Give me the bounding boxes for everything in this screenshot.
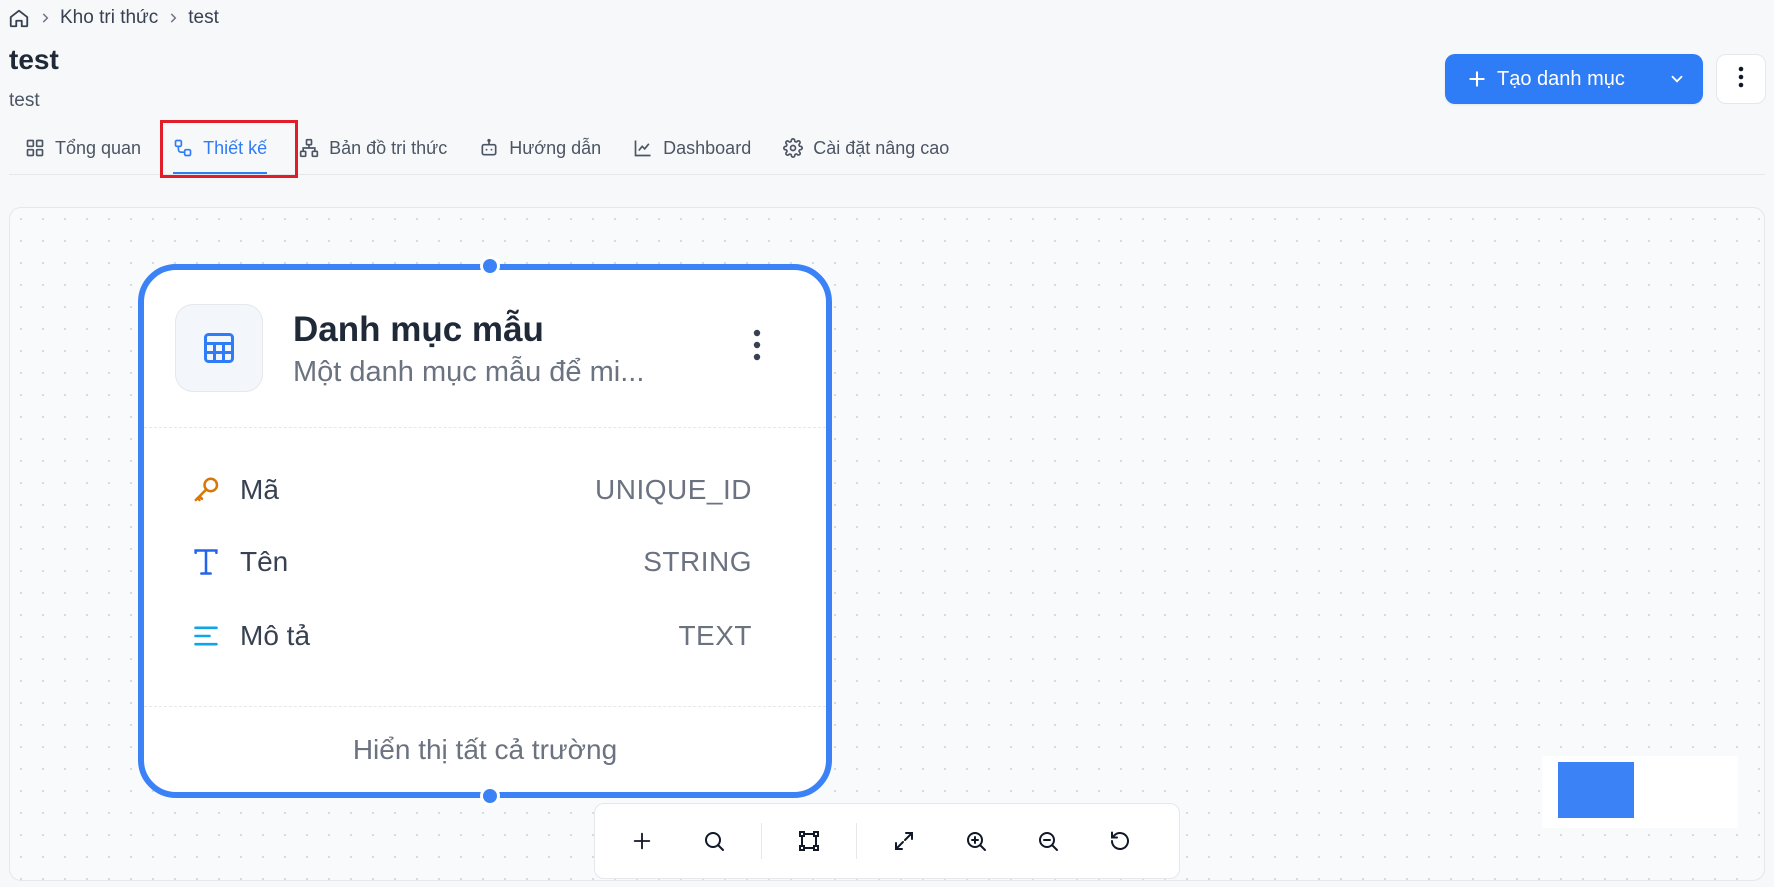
show-all-fields-button[interactable]: Hiển thị tất cả trường bbox=[144, 706, 826, 792]
add-icon[interactable] bbox=[617, 816, 667, 866]
tab-knowledge-map[interactable]: Bản đồ tri thức bbox=[291, 130, 455, 166]
field-row[interactable]: Mô tả TEXT bbox=[192, 616, 752, 656]
fit-view-icon[interactable] bbox=[879, 816, 929, 866]
tab-overview[interactable]: Tổng quan bbox=[9, 130, 149, 166]
category-node[interactable]: Danh mục mẫu Một danh mục mẫu để mi... M… bbox=[138, 256, 832, 806]
field-type: UNIQUE_ID bbox=[595, 474, 752, 505]
more-options-button[interactable] bbox=[1716, 54, 1766, 104]
tab-label: Hướng dẫn bbox=[509, 137, 602, 158]
field-name: Mã bbox=[240, 474, 279, 505]
field-type: STRING bbox=[643, 546, 752, 577]
field-type: TEXT bbox=[678, 620, 752, 651]
breadcrumb: Kho tri thức test bbox=[8, 6, 219, 30]
node-header: Danh mục mẫu Một danh mục mẫu để mi... bbox=[144, 270, 826, 428]
more-vertical-icon[interactable] bbox=[742, 320, 772, 370]
chevron-right-icon bbox=[166, 11, 180, 25]
toolbar-divider bbox=[856, 823, 857, 859]
search-icon[interactable] bbox=[689, 816, 739, 866]
tab-dashboard[interactable]: Dashboard bbox=[625, 130, 759, 166]
create-category-button[interactable]: Tạo danh mục bbox=[1445, 54, 1703, 104]
tab-label: Tổng quan bbox=[55, 137, 142, 158]
page-subtitle: test bbox=[9, 90, 40, 111]
node-description: Một danh mục mẫu để mi... bbox=[293, 356, 645, 388]
select-frame-icon[interactable] bbox=[784, 816, 834, 866]
tab-design[interactable]: Thiết kế bbox=[165, 130, 275, 174]
tab-guide[interactable]: Hướng dẫn bbox=[471, 130, 609, 166]
page-title: test bbox=[9, 44, 59, 75]
minimap-node bbox=[1558, 762, 1634, 818]
gear-icon bbox=[783, 138, 804, 158]
zoom-out-icon[interactable] bbox=[1023, 816, 1073, 866]
tab-label: Dashboard bbox=[663, 137, 752, 158]
field-row[interactable]: Mã UNIQUE_ID bbox=[192, 470, 752, 510]
tab-label: Bản đồ tri thức bbox=[329, 137, 448, 158]
more-vertical-icon bbox=[1737, 66, 1745, 93]
sitemap-icon bbox=[299, 138, 319, 158]
home-icon[interactable] bbox=[8, 7, 30, 29]
toolbar-divider bbox=[761, 823, 762, 859]
tab-advanced-settings[interactable]: Cài đặt nâng cao bbox=[775, 130, 957, 166]
connection-handle-bottom[interactable] bbox=[480, 786, 500, 806]
breadcrumb-item-knowledge[interactable]: Kho tri thức bbox=[60, 7, 158, 29]
chevron-right-icon bbox=[38, 11, 52, 25]
create-category-label: Tạo danh mục bbox=[1497, 67, 1625, 90]
tab-label: Cài đặt nâng cao bbox=[813, 137, 950, 158]
zoom-in-icon[interactable] bbox=[951, 816, 1001, 866]
align-left-icon bbox=[192, 622, 230, 650]
line-chart-icon bbox=[633, 138, 653, 158]
reset-icon[interactable] bbox=[1095, 816, 1145, 866]
table-icon bbox=[175, 304, 263, 392]
design-canvas[interactable]: Danh mục mẫu Một danh mục mẫu để mi... M… bbox=[9, 207, 1765, 881]
bot-icon bbox=[479, 138, 499, 158]
text-type-icon bbox=[192, 547, 230, 577]
breadcrumb-item-current: test bbox=[188, 7, 219, 28]
tab-bar: Tổng quan Thiết kế Bản đồ tri thức Hướng… bbox=[9, 130, 1765, 175]
design-nodes-icon bbox=[173, 138, 193, 158]
canvas-toolbar bbox=[594, 803, 1180, 879]
tab-label: Thiết kế bbox=[203, 137, 268, 158]
minimap[interactable] bbox=[1542, 756, 1738, 828]
grid-icon bbox=[25, 138, 45, 158]
field-name: Mô tả bbox=[240, 620, 311, 651]
chevron-down-icon[interactable] bbox=[1651, 70, 1703, 88]
node-title: Danh mục mẫu bbox=[293, 310, 544, 349]
field-name: Tên bbox=[240, 546, 289, 577]
key-icon bbox=[192, 475, 230, 505]
field-row[interactable]: Tên STRING bbox=[192, 542, 752, 582]
plus-icon bbox=[1467, 69, 1487, 89]
